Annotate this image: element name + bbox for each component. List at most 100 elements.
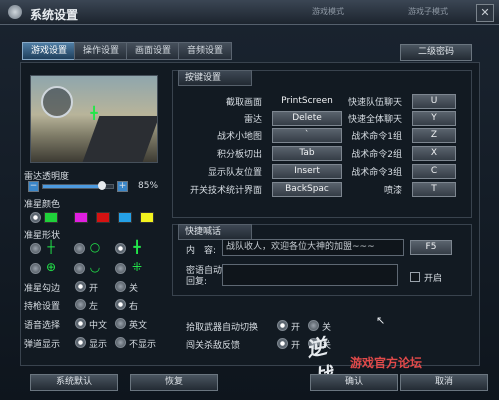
shape-cross-icon: ┼ (47, 240, 55, 254)
shape-plus-icon: ╋ (133, 240, 141, 254)
shape-dotcross-icon: ⁜ (131, 260, 143, 274)
quick-chat-content-input[interactable]: 战队收人，欢迎各位大神的加盟~~~ (222, 239, 404, 256)
shape-radio-6[interactable] (115, 263, 126, 274)
key-binding-button[interactable]: T (412, 182, 456, 197)
language-label: 语音选择 (24, 321, 61, 331)
key-binding-label: 截取画面 (225, 98, 262, 108)
plus-icon: + (118, 181, 127, 191)
language-en-label: 英文 (129, 321, 148, 331)
weapon-image (82, 116, 157, 162)
ballistic-show-radio[interactable] (75, 337, 86, 348)
weapon-auto-switch-label: 拾取武器自动切换 (186, 323, 259, 333)
grip-label: 持枪设置 (24, 302, 61, 312)
ballistic-show-label: 显示 (89, 340, 108, 350)
cancel-button[interactable]: 取消 (400, 374, 488, 391)
close-icon: ✕ (480, 6, 490, 19)
shape-crosscircle-icon: ⊕ (45, 260, 57, 274)
quick-chat-header: 快捷喊话 (178, 224, 252, 240)
shape-radio-1[interactable] (30, 243, 41, 254)
key-binding-button[interactable]: Z (412, 128, 456, 143)
key-binding-button[interactable]: BackSpac (272, 182, 342, 197)
tab-game-settings[interactable]: 游戏设置 (22, 42, 76, 60)
key-binding-label: 喷漆 (383, 186, 402, 196)
key-binding-label: 积分板切出 (216, 150, 262, 160)
key-binding-label: 雷达 (243, 115, 262, 125)
shape-radio-2[interactable] (74, 243, 85, 254)
crosshair-color-swatch[interactable] (44, 212, 58, 223)
watermark-text: 游戏官方论坛 (350, 356, 423, 370)
secondary-password-button[interactable]: 二级密码 (400, 44, 472, 61)
key-binding-button[interactable]: C (412, 164, 456, 179)
grip-left-radio[interactable] (75, 299, 86, 310)
weapon-auto-switch-on-label: 开 (291, 323, 301, 333)
key-binding-button[interactable]: Y (412, 111, 456, 126)
background-tab-mode: 游戏模式 (312, 7, 344, 16)
tab-graphics-settings[interactable]: 画面设置 (126, 42, 180, 60)
key-binding-button[interactable]: PrintScreen (272, 94, 342, 109)
background-tab-submode: 游戏子模式 (408, 7, 448, 16)
auto-reply-input[interactable] (222, 264, 398, 286)
shape-radio-4[interactable] (30, 263, 41, 274)
key-binding-button[interactable]: Insert (272, 164, 342, 179)
crosshair-preview: ╋ (30, 75, 158, 163)
ballistic-hide-label: 不显示 (129, 340, 157, 350)
restore-button[interactable]: 恢复 (130, 374, 218, 391)
crosshair-color-radio[interactable] (30, 212, 41, 223)
quick-chat-content-label: 内 容: (186, 246, 217, 256)
system-default-button[interactable]: 系统默认 (30, 374, 118, 391)
slider-handle[interactable] (97, 181, 106, 190)
decrease-button[interactable]: − (28, 181, 39, 192)
crosshair-edge-off-radio[interactable] (115, 281, 126, 292)
slider-fill (43, 185, 103, 188)
window-title: 系统设置 (30, 8, 79, 22)
language-en-radio[interactable] (115, 318, 126, 329)
key-binding-label: 快速队伍聊天 (347, 98, 402, 108)
intrusion-feedback-label: 闯关杀敌反馈 (186, 341, 241, 351)
confirm-button[interactable]: 确认 (310, 374, 398, 391)
quick-chat-key-button[interactable]: F5 (410, 240, 452, 255)
shape-radio-3[interactable] (115, 243, 126, 254)
key-binding-button[interactable]: Tab (272, 146, 342, 161)
key-binding-label: 战术命令1组 (351, 132, 402, 142)
weapon-auto-switch-off-radio[interactable] (308, 320, 319, 331)
key-binding-label: 战术命令2组 (351, 150, 402, 160)
key-settings-header: 按键设置 (178, 70, 252, 86)
weapon-auto-switch-on-radio[interactable] (277, 320, 288, 331)
key-binding-label: 快速全体聊天 (347, 115, 402, 125)
key-binding-button[interactable]: X (412, 146, 456, 161)
tab-control-settings[interactable]: 操作设置 (74, 42, 128, 60)
language-cn-radio[interactable] (75, 318, 86, 329)
close-button[interactable]: ✕ (476, 4, 494, 22)
crosshair-edge-label: 准星勾边 (24, 284, 61, 294)
crosshair-color-swatch[interactable] (140, 212, 154, 223)
key-binding-button[interactable]: Delete (272, 111, 342, 126)
minus-icon: − (29, 181, 38, 191)
ballistic-label: 弹道显示 (24, 340, 61, 350)
shape-radio-5[interactable] (74, 263, 85, 274)
auto-reply-enable-label: 开启 (424, 274, 443, 284)
crosshair-color-swatch[interactable] (74, 212, 88, 223)
language-cn-label: 中文 (89, 321, 108, 331)
mouse-cursor-icon: ↖ (376, 314, 386, 327)
crosshair-color-swatch[interactable] (96, 212, 110, 223)
crosshair-icon: ╋ (90, 106, 98, 120)
shape-smile-icon: ◡ (89, 260, 101, 274)
grip-right-radio[interactable] (115, 299, 126, 310)
tab-audio-settings[interactable]: 音频设置 (178, 42, 232, 60)
increase-button[interactable]: + (117, 181, 128, 192)
intrusion-feedback-on-label: 开 (291, 341, 301, 351)
auto-reply-label: 密语自动回复: (186, 266, 223, 287)
intrusion-feedback-on-radio[interactable] (277, 338, 288, 349)
key-binding-label: 战术命令3组 (351, 168, 402, 178)
key-binding-label: 战术小地图 (216, 132, 262, 142)
crosshair-edge-off-label: 关 (129, 284, 139, 294)
key-binding-button[interactable]: U (412, 94, 456, 109)
key-binding-button[interactable]: ` (272, 128, 342, 143)
shape-circle-icon: ○ (89, 240, 101, 254)
crosshair-color-swatch[interactable] (118, 212, 132, 223)
auto-reply-checkbox[interactable] (410, 272, 420, 282)
ballistic-hide-radio[interactable] (115, 337, 126, 348)
grip-left-label: 左 (89, 302, 99, 312)
app-icon (8, 5, 22, 19)
crosshair-edge-on-radio[interactable] (75, 281, 86, 292)
